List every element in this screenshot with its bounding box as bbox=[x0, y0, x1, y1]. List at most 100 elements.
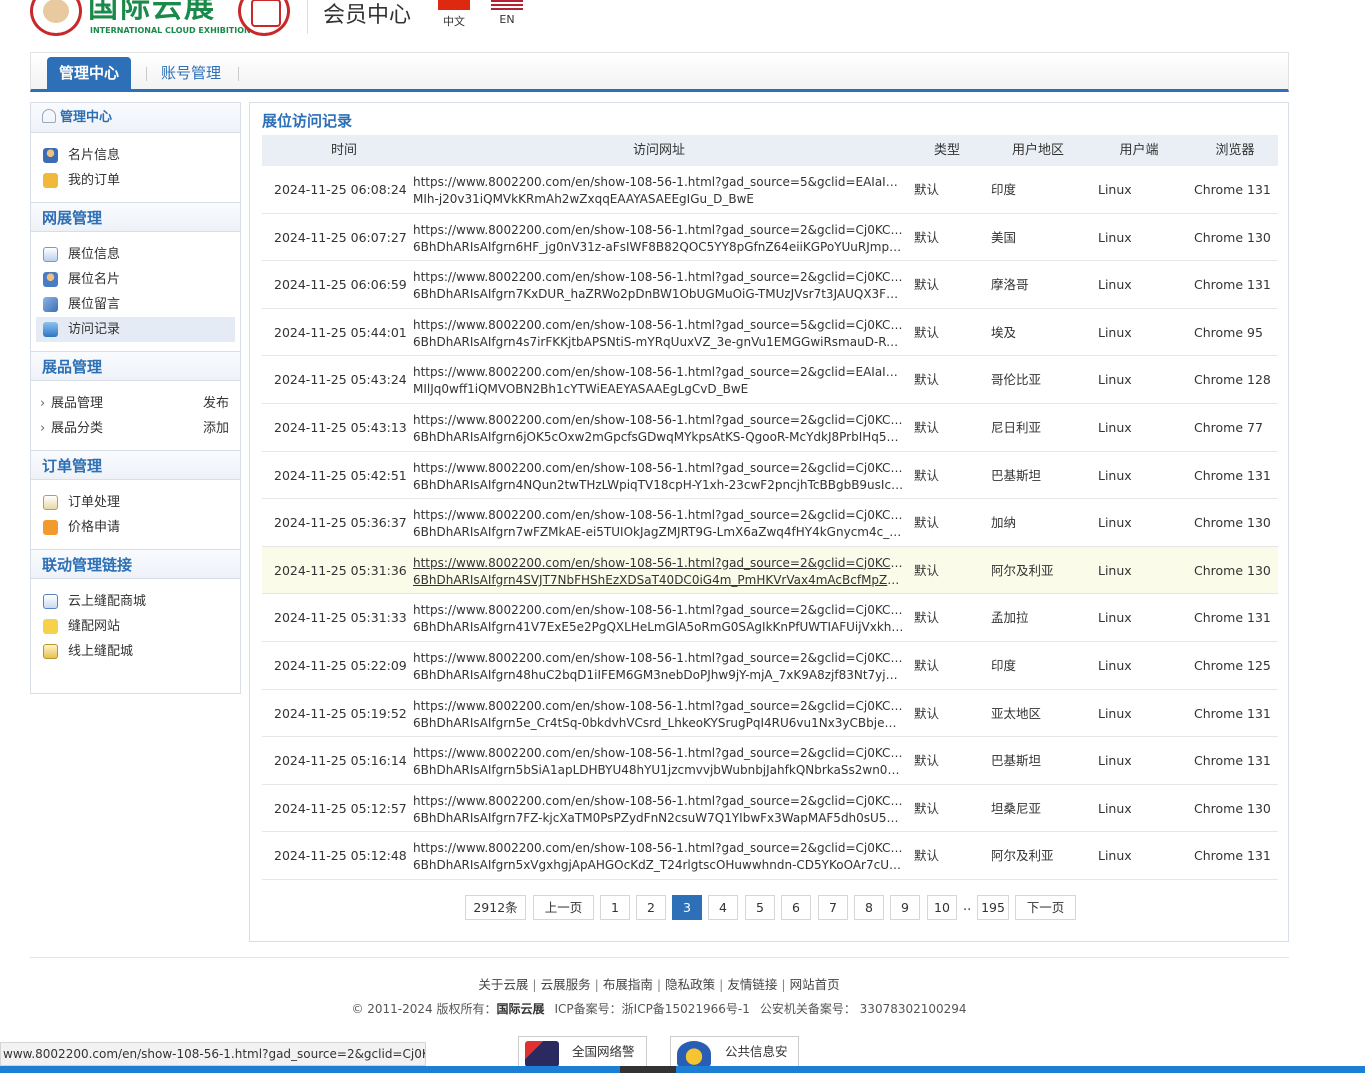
url-line-1: https://www.8002200.com/en/show-108-56-1… bbox=[413, 746, 905, 761]
cell-browser: Chrome 77 bbox=[1194, 419, 1263, 435]
url-line-1: https://www.8002200.com/en/show-108-56-1… bbox=[413, 603, 905, 618]
url-line-2: 6BhDhARIsAIfgrn7wFZMkAE-ei5TUIOkJagZMJRT… bbox=[413, 525, 905, 540]
police-record[interactable]: 公安机关备案号： 33078302100294 bbox=[760, 1002, 967, 1016]
sidebar-item-booth-info[interactable]: 展位信息 bbox=[36, 242, 235, 267]
sidebar: 管理中心 名片信息 我的订单 网展管理 展位信息 展位名片 展位留言 访问记录 … bbox=[30, 102, 241, 694]
cell-time: 2024-11-25 05:16:14 bbox=[274, 753, 407, 769]
icp-record[interactable]: ICP备案号：浙ICP备15021966号-1 bbox=[555, 1002, 750, 1016]
sidebar-group-links: 云上缝配商城 缝配网站 线上缝配城 bbox=[31, 579, 240, 673]
sidebar-item-card-info[interactable]: 名片信息 bbox=[36, 143, 235, 168]
cell-region: 亚太地区 bbox=[991, 705, 1042, 721]
os-taskbar bbox=[0, 1066, 1365, 1073]
cell-client: Linux bbox=[1098, 419, 1132, 435]
tab-management-center[interactable]: 管理中心 bbox=[47, 57, 132, 90]
page-button[interactable]: 7 bbox=[818, 895, 848, 920]
footer-link-guide[interactable]: 布展指南 bbox=[603, 977, 653, 992]
prev-page-button[interactable]: 上一页 bbox=[533, 895, 594, 920]
cell-client: Linux bbox=[1098, 467, 1132, 483]
sidebar-item-label: 缝配网站 bbox=[68, 619, 121, 634]
lang-en-label: EN bbox=[499, 13, 515, 26]
user-icon bbox=[43, 148, 58, 163]
cell-browser: Chrome 131 bbox=[1194, 848, 1271, 864]
page-button[interactable]: 10 bbox=[927, 895, 957, 920]
china-flag-icon bbox=[438, 0, 470, 10]
police-badge[interactable]: 全国网络警 bbox=[518, 1036, 647, 1068]
sidebar-item-price-request[interactable]: 价格申请 bbox=[36, 515, 235, 540]
cell-client: Linux bbox=[1098, 848, 1132, 864]
page-button[interactable]: 2 bbox=[636, 895, 666, 920]
sidebar-item-product-category[interactable]: 展品分类 添加 bbox=[36, 416, 235, 441]
sidebar-item-label: 展品管理 bbox=[51, 396, 104, 411]
page-button[interactable]: 4 bbox=[708, 895, 738, 920]
cell-client: Linux bbox=[1098, 277, 1132, 293]
url-line-1: https://www.8002200.com/en/show-108-56-1… bbox=[413, 555, 905, 570]
footer-separator: | bbox=[594, 977, 599, 992]
cell-url-link[interactable]: https://www.8002200.com/en/show-108-56-1… bbox=[413, 840, 905, 887]
cell-time: 2024-11-25 05:31:36 bbox=[274, 562, 407, 578]
sidebar-item-booth-message[interactable]: 展位留言 bbox=[36, 292, 235, 317]
sidebar-item-product-manage[interactable]: 展品管理 发布 bbox=[36, 391, 235, 416]
cell-type: 默认 bbox=[914, 372, 940, 388]
sidebar-item-cloud-mall[interactable]: 云上缝配商城 bbox=[36, 589, 235, 614]
money-icon bbox=[43, 520, 58, 535]
add-link[interactable]: 添加 bbox=[203, 416, 229, 441]
table-row: 2024-11-25 05:43:24 https://www.8002200.c… bbox=[262, 356, 1278, 404]
sidebar-item-sewing-site[interactable]: 缝配网站 bbox=[36, 614, 235, 639]
page-title: 会员中心 bbox=[323, 3, 412, 28]
footer-separator: | bbox=[656, 977, 662, 992]
page-button-last[interactable]: 195 bbox=[977, 895, 1009, 920]
logo-text-cn: 国际云展 bbox=[88, 0, 216, 25]
url-line-1: https://www.8002200.com/en/show-108-56-1… bbox=[413, 317, 905, 332]
page-button[interactable]: 6 bbox=[781, 895, 811, 920]
cell-client: Linux bbox=[1098, 657, 1132, 673]
sidebar-item-label: 名片信息 bbox=[68, 148, 121, 163]
page-button[interactable]: 8 bbox=[854, 895, 884, 920]
sidebar-item-label: 展位名片 bbox=[68, 272, 121, 287]
page-button[interactable]: 1 bbox=[600, 895, 630, 920]
site-logo[interactable]: 国际云展 INTERNATIONAL CLOUD EXHIBITION bbox=[30, 0, 292, 38]
page-button-current[interactable]: 3 bbox=[672, 895, 702, 920]
footer-link-privacy[interactable]: 隐私政策 bbox=[665, 977, 715, 992]
footer-link-services[interactable]: 云展服务 bbox=[541, 977, 591, 992]
lang-switch-en[interactable]: EN bbox=[490, 0, 524, 26]
sidebar-heading-order: 订单管理 bbox=[31, 450, 240, 480]
sidebar-item-my-orders[interactable]: 我的订单 bbox=[36, 168, 235, 193]
footer-link-home[interactable]: 网站首页 bbox=[790, 977, 840, 992]
copyright: © 2011-2024 版权所有：国际云展 ICP备案号：浙ICP备1502196… bbox=[0, 1000, 1318, 1017]
next-page-button[interactable]: 下一页 bbox=[1015, 895, 1076, 920]
lang-switch-zh[interactable]: 中文 bbox=[437, 0, 471, 29]
url-line-1: https://www.8002200.com/en/show-108-56-1… bbox=[413, 270, 905, 285]
tab-divider bbox=[238, 67, 239, 81]
sidebar-heading-links: 联动管理链接 bbox=[31, 549, 240, 579]
url-line-1: https://www.8002200.com/en/show-108-56-1… bbox=[413, 175, 905, 189]
footer-link-about[interactable]: 关于云展 bbox=[478, 977, 528, 992]
cell-time: 2024-11-25 05:43:13 bbox=[274, 419, 407, 435]
security-badge[interactable]: 公共信息安 bbox=[670, 1036, 799, 1068]
sidebar-item-visit-records[interactable]: 访问记录 bbox=[36, 317, 235, 342]
sidebar-item-order-process[interactable]: 订单处理 bbox=[36, 490, 235, 515]
publish-link[interactable]: 发布 bbox=[203, 391, 229, 416]
sidebar-item-booth-card[interactable]: 展位名片 bbox=[36, 267, 235, 292]
cell-time: 2024-11-25 05:31:33 bbox=[274, 610, 407, 626]
page-button[interactable]: 9 bbox=[890, 895, 920, 920]
cell-region: 哥伦比亚 bbox=[991, 372, 1042, 388]
cell-type: 默认 bbox=[914, 229, 940, 245]
cell-time: 2024-11-25 06:06:59 bbox=[274, 277, 407, 293]
bag-icon bbox=[43, 173, 58, 188]
sidebar-item-label: 展品分类 bbox=[51, 421, 104, 436]
cell-time: 2024-11-25 05:22:09 bbox=[274, 657, 407, 673]
mascot-badge-icon bbox=[30, 0, 82, 36]
cell-region: 巴基斯坦 bbox=[991, 467, 1042, 483]
url-line-1: https://www.8002200.com/en/show-108-56-1… bbox=[413, 412, 905, 427]
page-button[interactable]: 5 bbox=[745, 895, 775, 920]
table-row: 2024-11-25 05:36:37 https://www.8002200.c… bbox=[262, 499, 1278, 547]
sidebar-item-label: 展位留言 bbox=[68, 297, 121, 312]
url-line-2: 6BhDhARIsAIfgrn4SVJT7NbFHShEzXDSaT40DC0i… bbox=[413, 572, 905, 587]
cell-client: Linux bbox=[1098, 753, 1132, 769]
sidebar-item-online-city[interactable]: 线上缝配城 bbox=[36, 639, 235, 664]
footer-link-friends[interactable]: 友情链接 bbox=[727, 977, 777, 992]
cell-client: Linux bbox=[1098, 182, 1132, 197]
tab-account-management[interactable]: 账号管理 bbox=[149, 57, 233, 90]
url-line-1: https://www.8002200.com/en/show-108-56-1… bbox=[413, 222, 905, 237]
police-badge-icon bbox=[525, 1041, 559, 1067]
